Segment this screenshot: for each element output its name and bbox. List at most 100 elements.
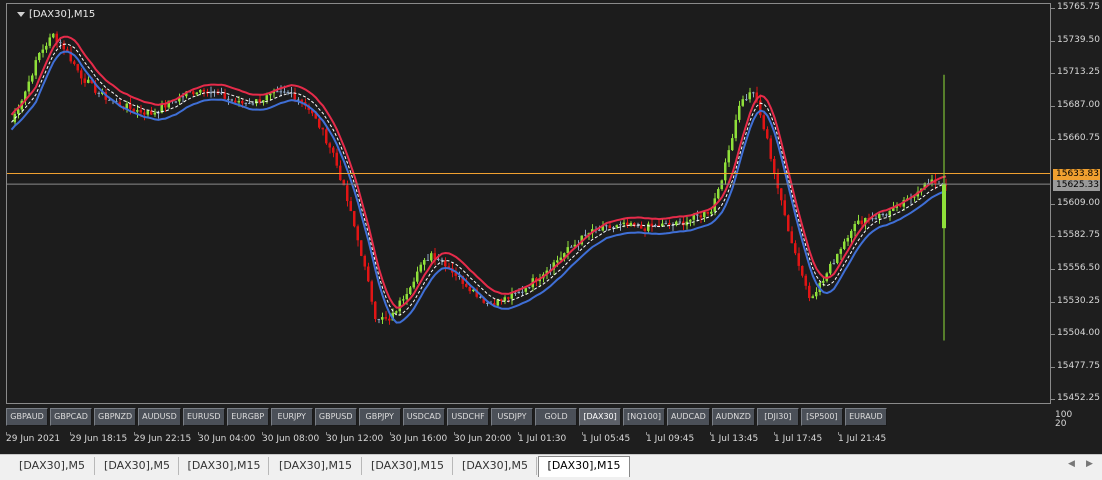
chart-title-text: [DAX30],M15 [29, 9, 96, 20]
symbol-button-euraud[interactable]: EURAUD [844, 408, 887, 426]
candle-body [195, 92, 198, 95]
chart-tab[interactable]: [DAX30],M15 [270, 457, 362, 475]
candle-body [388, 318, 391, 321]
candle-body [227, 98, 230, 100]
candle-body [41, 49, 44, 53]
chart-tab[interactable]: [DAX30],M5 [454, 457, 537, 475]
symbol-button-gold[interactable]: GOLD [535, 408, 578, 426]
time-axis-label: 1 Jul 05:45 [582, 434, 631, 444]
candle-body [766, 129, 769, 139]
candle-body [423, 259, 426, 265]
candle-body [479, 296, 482, 298]
symbol-button-dax30[interactable]: [DAX30] [579, 408, 622, 426]
candle-body [251, 103, 254, 105]
candle-body [174, 101, 177, 103]
candle-body [790, 231, 793, 244]
candle-body [881, 213, 884, 215]
chart-tab[interactable]: [DAX30],M5 [96, 457, 179, 475]
candle-body [276, 91, 279, 93]
candle-body [517, 292, 520, 294]
bid-price-tag: 15625.33 [1053, 180, 1100, 191]
time-axis-label: 30 Jun 08:00 [262, 434, 320, 444]
chart-menu-triangle-icon[interactable] [17, 12, 25, 17]
symbol-button-usdcad[interactable]: USDCAD [402, 408, 446, 426]
symbol-button-audcad[interactable]: AUDCAD [667, 408, 710, 426]
chart-tab[interactable]: [DAX30],M5 [10, 457, 95, 475]
candle-body [678, 221, 681, 223]
chart-title[interactable]: [DAX30],M15 [17, 9, 95, 20]
price-chart-plot[interactable]: [DAX30],M15 [6, 3, 1051, 404]
candle-body [815, 291, 818, 297]
time-axis[interactable]: 29 Jun 2021 29 Jun 18:15 29 Jun 22:15 30 Ju… [0, 432, 1051, 454]
candle-body [237, 100, 240, 103]
chart-tab[interactable]: [DAX30],M15 [363, 457, 453, 475]
candle-body [255, 99, 258, 104]
candle-body [839, 248, 842, 254]
candle-body [699, 215, 702, 218]
candle-body [321, 127, 324, 130]
price-axis[interactable]: 15633.83 15625.33 100 20 15765.75 15739.5… [1051, 0, 1102, 432]
candle-body [17, 109, 20, 114]
candle-body [710, 211, 713, 214]
price-axis-tick [1051, 399, 1055, 400]
candle-body [332, 147, 335, 153]
candle-body [430, 253, 433, 261]
candle-body [888, 211, 891, 216]
candle-body [279, 91, 282, 93]
symbol-button-gbpusd[interactable]: GBPUSD [314, 408, 357, 426]
candle-body [787, 215, 790, 232]
symbol-button-audusd[interactable]: AUDUSD [138, 408, 181, 426]
symbol-button-usdjpy[interactable]: USDJPY [491, 408, 534, 426]
candle-body [73, 61, 76, 65]
candle-body [325, 129, 328, 144]
candle-body [31, 75, 34, 82]
price-axis-label: 15739.50 [1057, 34, 1100, 45]
symbol-button-gbpjpy[interactable]: GBPJPY [358, 408, 401, 426]
tab-scroll-left-icon[interactable]: ◀ [1068, 459, 1075, 469]
symbol-button-gbpaud[interactable]: GBPAUD [6, 408, 48, 426]
price-axis-tick [1051, 8, 1055, 9]
candle-body [829, 263, 832, 274]
candle-body [745, 99, 748, 101]
chart-tab[interactable]: [DAX30],M15 [538, 456, 630, 477]
time-axis-label: 1 Jul 17:45 [774, 434, 823, 444]
candle-body [353, 211, 356, 227]
price-axis-label: 15582.75 [1057, 230, 1100, 241]
candle-body [769, 138, 772, 159]
candle-body [468, 286, 471, 292]
chart-tab[interactable]: [DAX30],M15 [180, 457, 269, 475]
candle-body [773, 158, 776, 174]
symbol-button-usdchf[interactable]: USDCHF [447, 408, 490, 426]
symbol-button-sp500[interactable]: [SP500] [800, 408, 843, 426]
symbol-button-gbpnzd[interactable]: GBPNZD [94, 408, 137, 426]
symbol-button-audnzd[interactable]: AUDNZD [711, 408, 755, 426]
chart-window: [DAX30],M15 GBPAUD GBPCAD GBPNZD AUDUSD EURU… [0, 0, 1102, 454]
tab-scroll-right-icon[interactable]: ▶ [1086, 459, 1093, 469]
time-axis-label: 1 Jul 01:30 [518, 434, 567, 444]
candle-body [622, 222, 625, 225]
time-axis-label: 29 Jun 2021 [6, 434, 61, 444]
price-axis-label: 15556.50 [1057, 262, 1100, 273]
candlestick-chart[interactable] [7, 4, 1050, 403]
price-axis-label: 15477.75 [1057, 361, 1100, 372]
price-axis-label: 15452.25 [1057, 393, 1100, 403]
symbol-button-gbpcad[interactable]: GBPCAD [50, 408, 92, 426]
candle-body [139, 110, 142, 113]
candle-body [419, 264, 422, 272]
candle-body [731, 138, 734, 151]
symbol-button-eurgbp[interactable]: EURGBP [226, 408, 269, 426]
candle-body [668, 223, 671, 225]
symbol-button-eurjpy[interactable]: EURJPY [270, 408, 313, 426]
symbol-button-nq100[interactable]: [NQ100] [623, 408, 666, 426]
candle-body [885, 214, 888, 216]
candle-body [27, 81, 30, 92]
symbol-button-eurusd[interactable]: EURUSD [182, 408, 225, 426]
price-axis-tick [1051, 236, 1055, 238]
candle-body [748, 92, 751, 100]
candle-body [52, 33, 55, 38]
candle-body [741, 99, 744, 106]
symbol-button-dji30[interactable]: [DJI30] [756, 408, 799, 426]
price-axis-label: 15660.75 [1057, 132, 1100, 143]
candle-body [80, 70, 83, 79]
time-axis-label: 1 Jul 09:45 [646, 434, 695, 444]
